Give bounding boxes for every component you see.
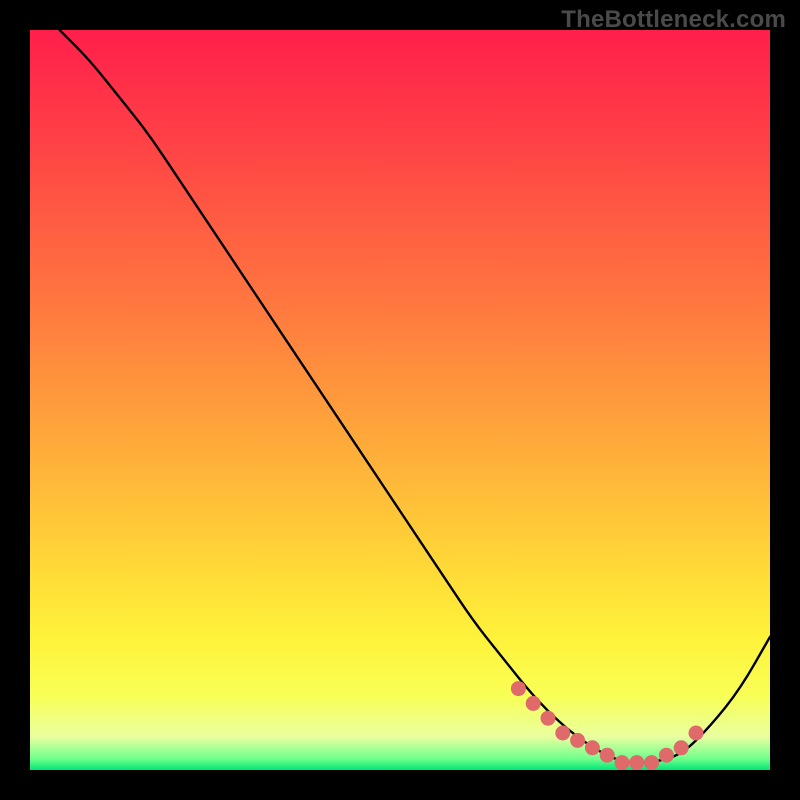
plot-area [30,30,770,770]
marker-point [541,711,556,726]
marker-point [511,681,526,696]
marker-point [674,740,689,755]
gradient-background [30,30,770,770]
marker-point [629,755,644,770]
chart-container: TheBottleneck.com [0,0,800,800]
marker-point [555,726,570,741]
marker-point [585,740,600,755]
marker-point [659,748,674,763]
bottleneck-chart [30,30,770,770]
marker-point [570,733,585,748]
marker-point [600,748,615,763]
marker-point [526,696,541,711]
marker-point [615,755,630,770]
marker-point [644,755,659,770]
marker-point [689,726,704,741]
